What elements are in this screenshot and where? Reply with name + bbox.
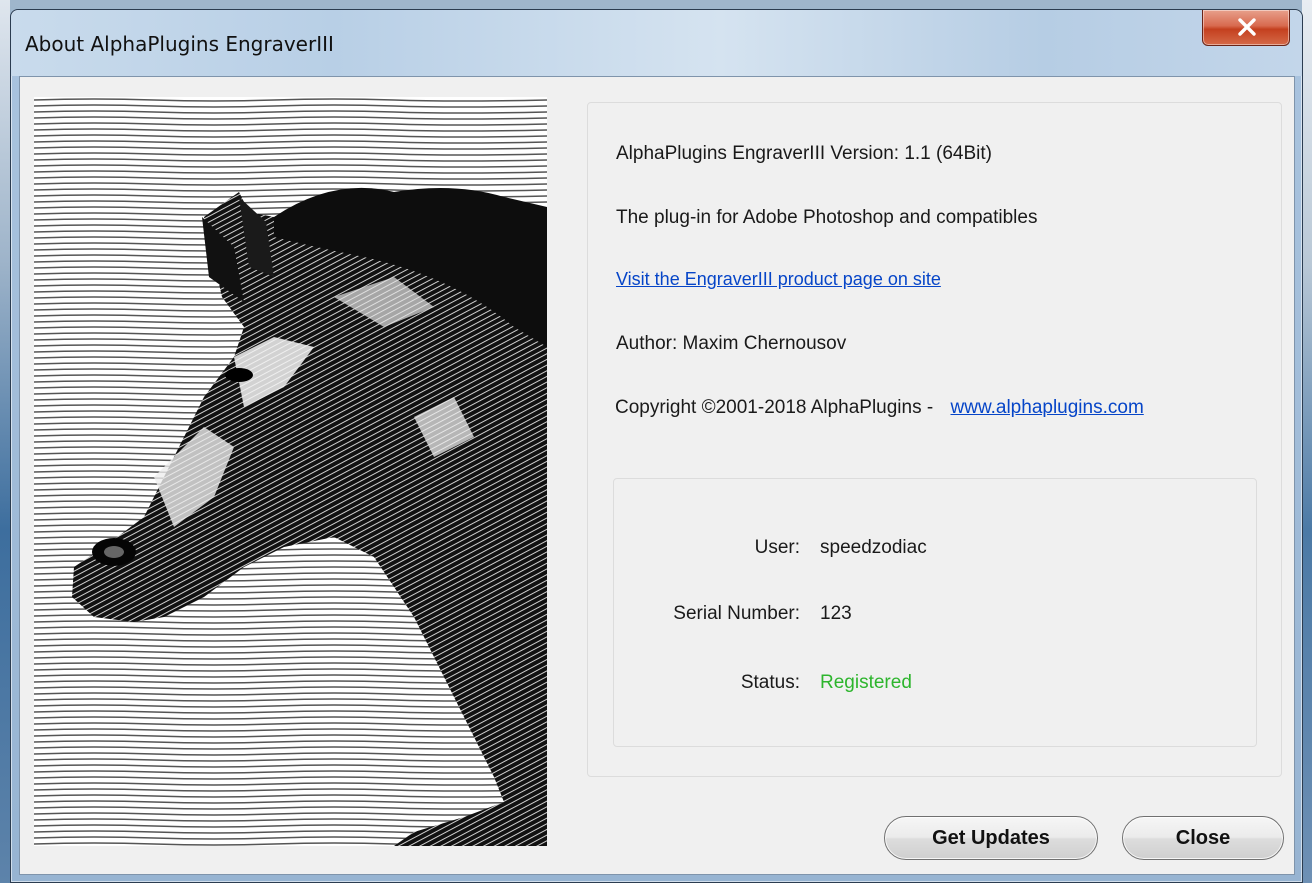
copyright-text: Copyright ©2001-2018 AlphaPlugins - bbox=[615, 397, 934, 418]
product-page-link[interactable]: Visit the EngraverIII product page on si… bbox=[616, 269, 941, 290]
desktop-background-left bbox=[0, 0, 10, 883]
version-text: AlphaPlugins EngraverIII Version: 1.1 (6… bbox=[616, 143, 992, 164]
about-info-group: AlphaPlugins EngraverIII Version: 1.1 (6… bbox=[587, 102, 1282, 777]
author-text: Author: Maxim Chernousov bbox=[616, 333, 847, 354]
description-text: The plug-in for Adobe Photoshop and comp… bbox=[616, 207, 1038, 228]
status-label: Status: bbox=[740, 672, 800, 693]
close-icon bbox=[1238, 18, 1256, 36]
window-close-button[interactable] bbox=[1202, 10, 1290, 46]
get-updates-button[interactable]: Get Updates bbox=[884, 816, 1098, 860]
serial-number-label: Serial Number: bbox=[673, 603, 800, 624]
website-link[interactable]: www.alphaplugins.com bbox=[951, 397, 1144, 418]
registration-group: User: speedzodiac Serial Number: 123 Sta… bbox=[613, 478, 1257, 747]
copyright-line: Copyright ©2001-2018 AlphaPlugins - www.… bbox=[615, 397, 1144, 419]
user-value: speedzodiac bbox=[820, 537, 927, 558]
user-label: User: bbox=[754, 537, 800, 558]
dialog-client-area: AlphaPlugins EngraverIII Version: 1.1 (6… bbox=[19, 76, 1295, 875]
serial-number-value: 123 bbox=[820, 603, 852, 624]
window-title: About AlphaPlugins EngraverIII bbox=[25, 32, 334, 56]
title-bar[interactable]: About AlphaPlugins EngraverIII bbox=[11, 10, 1302, 76]
close-button[interactable]: Close bbox=[1122, 816, 1284, 860]
status-badge: Registered bbox=[820, 672, 912, 693]
about-dialog: About AlphaPlugins EngraverIII AlphaPlug… bbox=[10, 9, 1303, 883]
horse-engraving-icon bbox=[34, 97, 547, 846]
desktop-background-right bbox=[1302, 0, 1312, 883]
engraved-horse-image bbox=[34, 97, 547, 846]
